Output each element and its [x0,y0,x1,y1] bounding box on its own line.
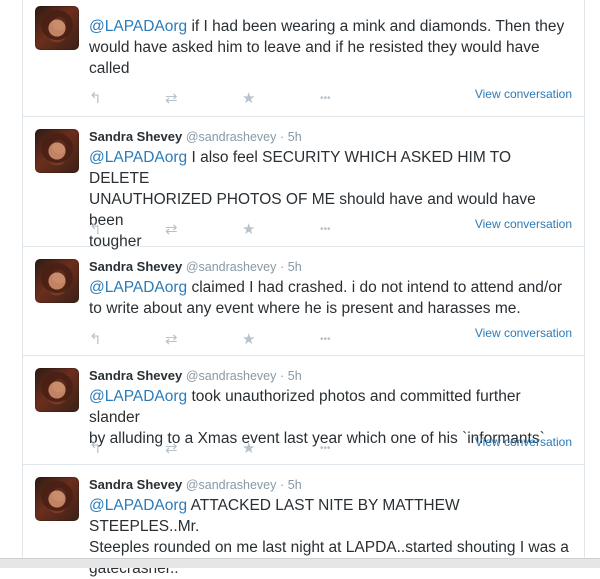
mention-link[interactable]: @LAPADAorg [89,149,187,166]
favorite-icon[interactable]: ★ [242,331,255,349]
more-icon[interactable]: ••• [320,90,331,108]
retweet-icon[interactable]: ⇄ [165,90,178,108]
separator-dot: · [279,478,285,492]
tweet-text-line: would have asked him to leave and if he … [89,39,540,56]
avatar[interactable] [35,129,79,173]
reply-icon[interactable]: ↰ [89,440,102,458]
tweet-text: @LAPADAorg if I had been wearing a mink … [89,16,569,79]
favorite-icon[interactable]: ★ [242,90,255,108]
retweet-icon[interactable]: ⇄ [165,331,178,349]
tweet-text: @LAPADAorg claimed I had crashed. i do n… [89,277,569,319]
tweet-header: Sandra Shevey @sandrashevey · 5h [89,368,302,383]
retweet-icon[interactable]: ⇄ [165,221,178,239]
retweet-icon[interactable]: ⇄ [165,440,178,458]
tweet-header: Sandra Shevey @sandrashevey · 5h [89,129,302,144]
reply-icon[interactable]: ↰ [89,331,102,349]
more-icon[interactable]: ••• [320,221,331,239]
avatar[interactable] [35,368,79,412]
author-name[interactable]: Sandra Shevey [89,368,182,383]
view-conversation-link[interactable]: View conversation [475,435,572,449]
tweet-text-line: if I had been wearing a mink and diamond… [187,18,565,35]
tweet-header: Sandra Shevey @sandrashevey · 5h [89,477,302,492]
view-conversation-link[interactable]: View conversation [475,326,572,340]
timestamp[interactable]: 5h [288,369,302,383]
avatar[interactable] [35,477,79,521]
timestamp[interactable]: 5h [288,260,302,274]
tweet[interactable]: Sandra Shevey @sandrashevey · 5h @LAPADA… [23,247,584,356]
mention-link[interactable]: @LAPADAorg [89,497,187,514]
timestamp[interactable]: 5h [288,478,302,492]
mention-link[interactable]: @LAPADAorg [89,279,187,296]
avatar[interactable] [35,259,79,303]
separator-dot: · [279,260,285,274]
favorite-icon[interactable]: ★ [242,440,255,458]
author-handle[interactable]: @sandrashevey [186,369,277,383]
separator-dot: · [279,130,285,144]
author-name[interactable]: Sandra Shevey [89,129,182,144]
author-name[interactable]: Sandra Shevey [89,477,182,492]
avatar[interactable] [35,6,79,50]
author-handle[interactable]: @sandrashevey [186,130,277,144]
timestamp[interactable]: 5h [288,130,302,144]
mention-link[interactable]: @LAPADAorg [89,18,187,35]
timeline: @LAPADAorg if I had been wearing a mink … [22,0,585,577]
author-handle[interactable]: @sandrashevey [186,478,277,492]
separator-dot: · [279,369,285,383]
author-name[interactable]: Sandra Shevey [89,259,182,274]
mention-link[interactable]: @LAPADAorg [89,388,187,405]
tweet-text-line: claimed I had crashed. i do not intend t… [187,279,562,296]
reply-icon[interactable]: ↰ [89,221,102,239]
tweet[interactable]: Sandra Shevey @sandrashevey · 5h @LAPADA… [23,465,584,577]
more-icon[interactable]: ••• [320,440,331,458]
favorite-icon[interactable]: ★ [242,221,255,239]
tweet[interactable]: @LAPADAorg if I had been wearing a mink … [23,0,584,117]
tweet-text-line: Steeples rounded on me last night at LAP… [89,539,569,556]
more-icon[interactable]: ••• [320,331,331,349]
tweet[interactable]: Sandra Shevey @sandrashevey · 5h @LAPADA… [23,117,584,250]
tweet-text-line: called [89,60,130,77]
view-conversation-link[interactable]: View conversation [475,217,572,231]
tweet-header: Sandra Shevey @sandrashevey · 5h [89,259,302,274]
view-conversation-link[interactable]: View conversation [475,87,572,101]
reply-icon[interactable]: ↰ [89,90,102,108]
author-handle[interactable]: @sandrashevey [186,260,277,274]
tweet-text-line: to write about any event where he is pre… [89,300,521,317]
tweet[interactable]: Sandra Shevey @sandrashevey · 5h @LAPADA… [23,356,584,465]
